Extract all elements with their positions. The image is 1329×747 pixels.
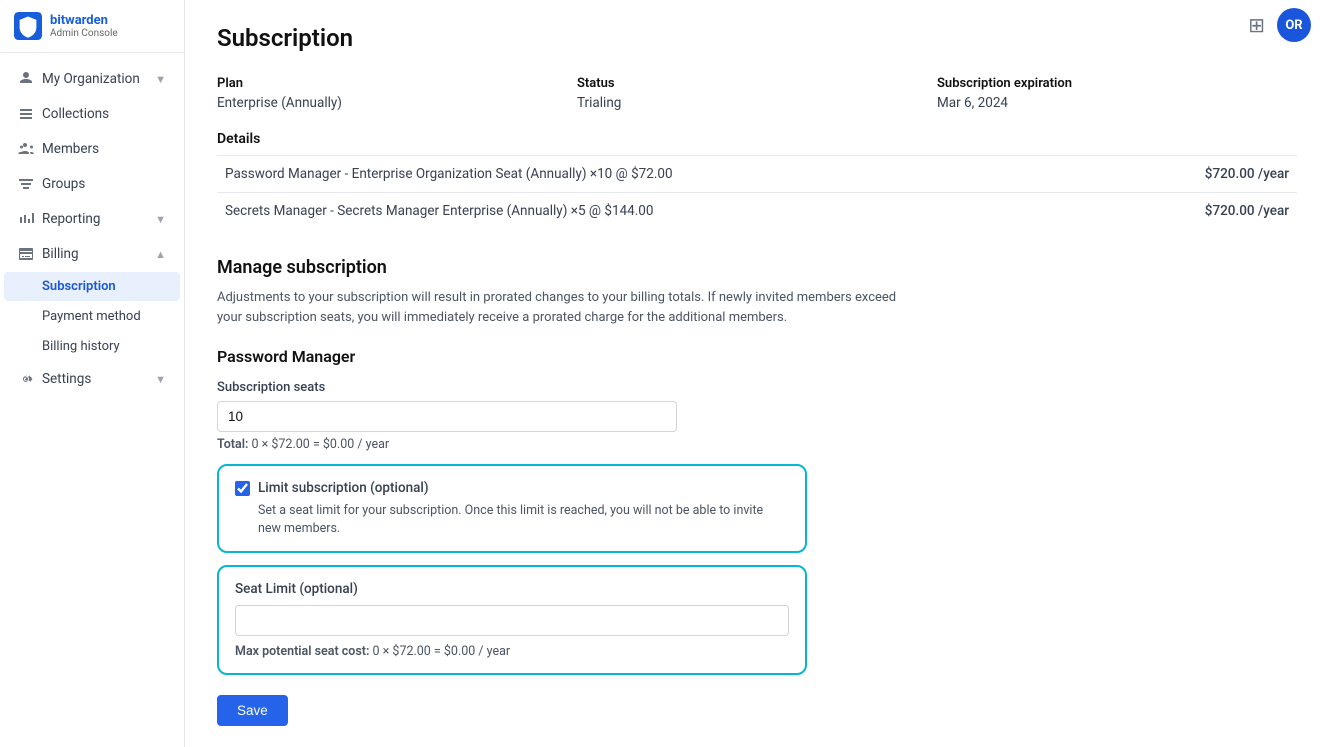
plan-value: Enterprise (Annually) — [217, 95, 577, 111]
total-label: Total: — [217, 437, 248, 452]
payment-method-label: Payment method — [42, 309, 141, 324]
expiration-col-label: Subscription expiration — [937, 76, 1297, 91]
organization-icon — [18, 71, 34, 87]
plan-info-grid: Plan Enterprise (Annually) Status Triali… — [217, 76, 1297, 111]
manage-subscription-desc: Adjustments to your subscription will re… — [217, 288, 917, 327]
logo-area: bitwarden Admin Console — [0, 0, 184, 53]
sidebar-item-my-organization[interactable]: My Organization ▼ — [4, 62, 180, 96]
groups-icon — [18, 176, 34, 192]
subscription-seats-input[interactable] — [217, 401, 677, 432]
table-row: Password Manager - Enterprise Organizati… — [217, 156, 1297, 193]
max-potential-label: Max potential seat cost: — [235, 644, 369, 659]
members-icon — [18, 141, 34, 157]
seat-limit-label: Seat Limit (optional) — [235, 581, 789, 597]
subscription-label: Subscription — [42, 279, 116, 294]
my-org-chevron: ▼ — [155, 73, 166, 86]
billing-icon — [18, 246, 34, 262]
limit-subscription-row: Limit subscription (optional) — [235, 480, 789, 496]
limit-subscription-desc: Set a seat limit for your subscription. … — [258, 502, 789, 537]
sidebar: bitwarden Admin Console My Organization … — [0, 0, 185, 747]
detail-price-0: $720.00 /year — [1105, 156, 1297, 193]
logo-text: bitwarden Admin Console — [50, 13, 118, 39]
plan-col: Plan Enterprise (Annually) — [217, 76, 577, 111]
collections-icon — [18, 106, 34, 122]
billing-chevron: ▲ — [155, 248, 166, 261]
sidebar-navigation: My Organization ▼ Collections Members Gr… — [0, 53, 184, 405]
status-col: Status Trialing — [577, 76, 937, 111]
password-manager-title: Password Manager — [217, 347, 1297, 366]
subscription-seats-label: Subscription seats — [217, 380, 1297, 395]
sidebar-item-collections[interactable]: Collections — [4, 97, 180, 131]
reporting-icon — [18, 211, 34, 227]
page-title: Subscription — [217, 24, 1297, 52]
expiration-value: Mar 6, 2024 — [937, 95, 1297, 111]
members-label: Members — [42, 141, 99, 157]
logo-subtitle: Admin Console — [50, 28, 118, 39]
groups-label: Groups — [42, 176, 85, 192]
settings-label: Settings — [42, 371, 91, 387]
reporting-chevron: ▼ — [155, 213, 166, 226]
logo-name: bitwarden — [50, 13, 118, 28]
expiration-col: Subscription expiration Mar 6, 2024 — [937, 76, 1297, 111]
limit-subscription-card: Limit subscription (optional) Set a seat… — [217, 464, 807, 553]
status-value: Trialing — [577, 95, 937, 111]
sidebar-item-groups[interactable]: Groups — [4, 167, 180, 201]
sidebar-item-reporting[interactable]: Reporting ▼ — [4, 202, 180, 236]
details-heading: Details — [217, 131, 1297, 147]
billing-history-label: Billing history — [42, 339, 120, 354]
settings-icon — [18, 371, 34, 387]
limit-subscription-label: Limit subscription (optional) — [258, 480, 429, 496]
detail-price-1: $720.00 /year — [1105, 193, 1297, 230]
total-text: Total: 0 × $72.00 = $0.00 / year — [217, 437, 1297, 452]
main-content: ⊞ OR Subscription Plan Enterprise (Annua… — [185, 0, 1329, 747]
billing-label: Billing — [42, 246, 79, 262]
grid-icon[interactable]: ⊞ — [1248, 13, 1265, 37]
detail-desc-1: Secrets Manager - Secrets Manager Enterp… — [217, 193, 1105, 230]
settings-chevron: ▼ — [155, 373, 166, 386]
sidebar-item-billing[interactable]: Billing ▲ — [4, 237, 180, 271]
sidebar-item-settings[interactable]: Settings ▼ — [4, 362, 180, 396]
sidebar-item-billing-history[interactable]: Billing history — [4, 332, 180, 361]
avatar[interactable]: OR — [1277, 8, 1311, 42]
max-potential-calc: 0 × $72.00 = $0.00 / year — [373, 644, 511, 659]
reporting-label: Reporting — [42, 211, 100, 227]
sidebar-item-payment-method[interactable]: Payment method — [4, 302, 180, 331]
status-col-label: Status — [577, 76, 937, 91]
table-row: Secrets Manager - Secrets Manager Enterp… — [217, 193, 1297, 230]
detail-desc-0: Password Manager - Enterprise Organizati… — [217, 156, 1105, 193]
total-calc: 0 × $72.00 = $0.00 / year — [251, 437, 389, 452]
seat-limit-input[interactable] — [235, 605, 789, 636]
seat-limit-card: Seat Limit (optional) Max potential seat… — [217, 565, 807, 675]
topbar: ⊞ OR — [1230, 0, 1329, 50]
bitwarden-logo-icon — [14, 12, 42, 40]
my-org-label: My Organization — [42, 71, 140, 87]
details-table: Password Manager - Enterprise Organizati… — [217, 155, 1297, 229]
manage-subscription-title: Manage subscription — [217, 257, 1297, 278]
limit-subscription-checkbox[interactable] — [235, 481, 250, 496]
max-potential-cost-text: Max potential seat cost: 0 × $72.00 = $0… — [235, 644, 789, 659]
sidebar-item-subscription[interactable]: Subscription — [4, 272, 180, 301]
sidebar-item-members[interactable]: Members — [4, 132, 180, 166]
plan-col-label: Plan — [217, 76, 577, 91]
save-button[interactable]: Save — [217, 695, 288, 726]
collections-label: Collections — [42, 106, 109, 122]
